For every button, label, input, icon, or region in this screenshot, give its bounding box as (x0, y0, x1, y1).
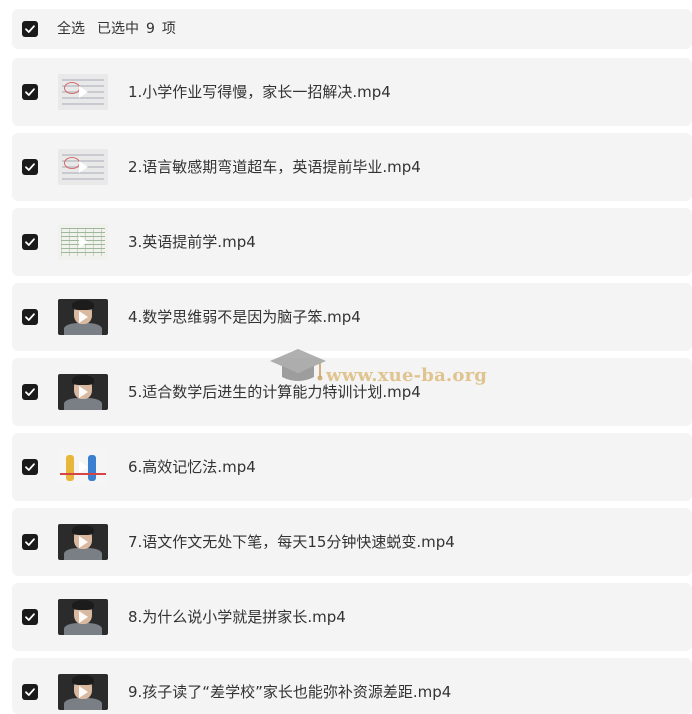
select-all-checkbox[interactable] (22, 21, 38, 37)
check-icon (25, 163, 35, 171)
play-icon (79, 686, 88, 698)
check-icon (25, 238, 35, 246)
selected-prefix: 已选中 (97, 21, 139, 37)
video-thumbnail[interactable] (58, 524, 108, 560)
play-icon (79, 86, 88, 98)
check-icon (25, 538, 35, 546)
selection-summary: 全选 已选中 9 项 (57, 20, 176, 38)
video-thumbnail[interactable] (58, 149, 108, 185)
play-icon (79, 611, 88, 623)
file-name[interactable]: 2.语言敏感期弯道超车，英语提前毕业.mp4 (128, 157, 421, 177)
file-name[interactable]: 5.适合数学后进生的计算能力特训计划.mp4 (128, 382, 421, 402)
file-row[interactable]: 2.语言敏感期弯道超车，英语提前毕业.mp4 (12, 133, 692, 201)
play-icon (79, 161, 88, 173)
file-name[interactable]: 7.语文作文无处下笔，每天15分钟快速蜕变.mp4 (128, 532, 455, 552)
file-row[interactable]: 8.为什么说小学就是拼家长.mp4 (12, 583, 692, 651)
video-thumbnail[interactable] (58, 599, 108, 635)
play-icon (79, 536, 88, 548)
file-row[interactable]: 7.语文作文无处下笔，每天15分钟快速蜕变.mp4 (12, 508, 692, 576)
check-icon (25, 88, 35, 96)
file-name[interactable]: 1.小学作业写得慢，家长一招解决.mp4 (128, 82, 391, 102)
check-icon (25, 613, 35, 621)
file-row[interactable]: 4.数学思维弱不是因为脑子笨.mp4 (12, 283, 692, 351)
video-thumbnail[interactable] (58, 449, 108, 485)
selected-count: 9 (146, 21, 155, 37)
video-thumbnail[interactable] (58, 374, 108, 410)
play-icon (79, 386, 88, 398)
check-icon (25, 388, 35, 396)
check-icon (25, 688, 35, 696)
row-checkbox[interactable] (22, 234, 38, 250)
play-icon (79, 236, 88, 248)
file-row[interactable]: 5.适合数学后进生的计算能力特训计划.mp4 (12, 358, 692, 426)
file-row[interactable]: 9.孩子读了“差学校”家长也能弥补资源差距.mp4 (12, 658, 692, 714)
play-icon (79, 461, 88, 473)
row-checkbox[interactable] (22, 534, 38, 550)
row-checkbox[interactable] (22, 159, 38, 175)
video-thumbnail[interactable] (58, 674, 108, 710)
video-thumbnail[interactable] (58, 299, 108, 335)
file-row[interactable]: 3.英语提前学.mp4 (12, 208, 692, 276)
row-checkbox[interactable] (22, 684, 38, 700)
file-row[interactable]: 6.高效记忆法.mp4 (12, 433, 692, 501)
check-icon (25, 313, 35, 321)
video-thumbnail[interactable] (58, 224, 108, 260)
select-all-label[interactable]: 全选 (57, 20, 85, 38)
file-name[interactable]: 9.孩子读了“差学校”家长也能弥补资源差距.mp4 (128, 682, 451, 702)
row-checkbox[interactable] (22, 459, 38, 475)
check-icon (25, 463, 35, 471)
row-checkbox[interactable] (22, 384, 38, 400)
file-name[interactable]: 6.高效记忆法.mp4 (128, 457, 256, 477)
select-all-bar: 全选 已选中 9 项 (12, 9, 692, 49)
video-thumbnail[interactable] (58, 74, 108, 110)
selected-suffix: 项 (161, 21, 176, 37)
file-name[interactable]: 3.英语提前学.mp4 (128, 232, 256, 252)
check-icon (25, 25, 35, 33)
file-name[interactable]: 8.为什么说小学就是拼家长.mp4 (128, 607, 346, 627)
file-row[interactable]: 1.小学作业写得慢，家长一招解决.mp4 (12, 58, 692, 126)
row-checkbox[interactable] (22, 84, 38, 100)
row-checkbox[interactable] (22, 609, 38, 625)
row-checkbox[interactable] (22, 309, 38, 325)
file-name[interactable]: 4.数学思维弱不是因为脑子笨.mp4 (128, 307, 361, 327)
play-icon (79, 311, 88, 323)
